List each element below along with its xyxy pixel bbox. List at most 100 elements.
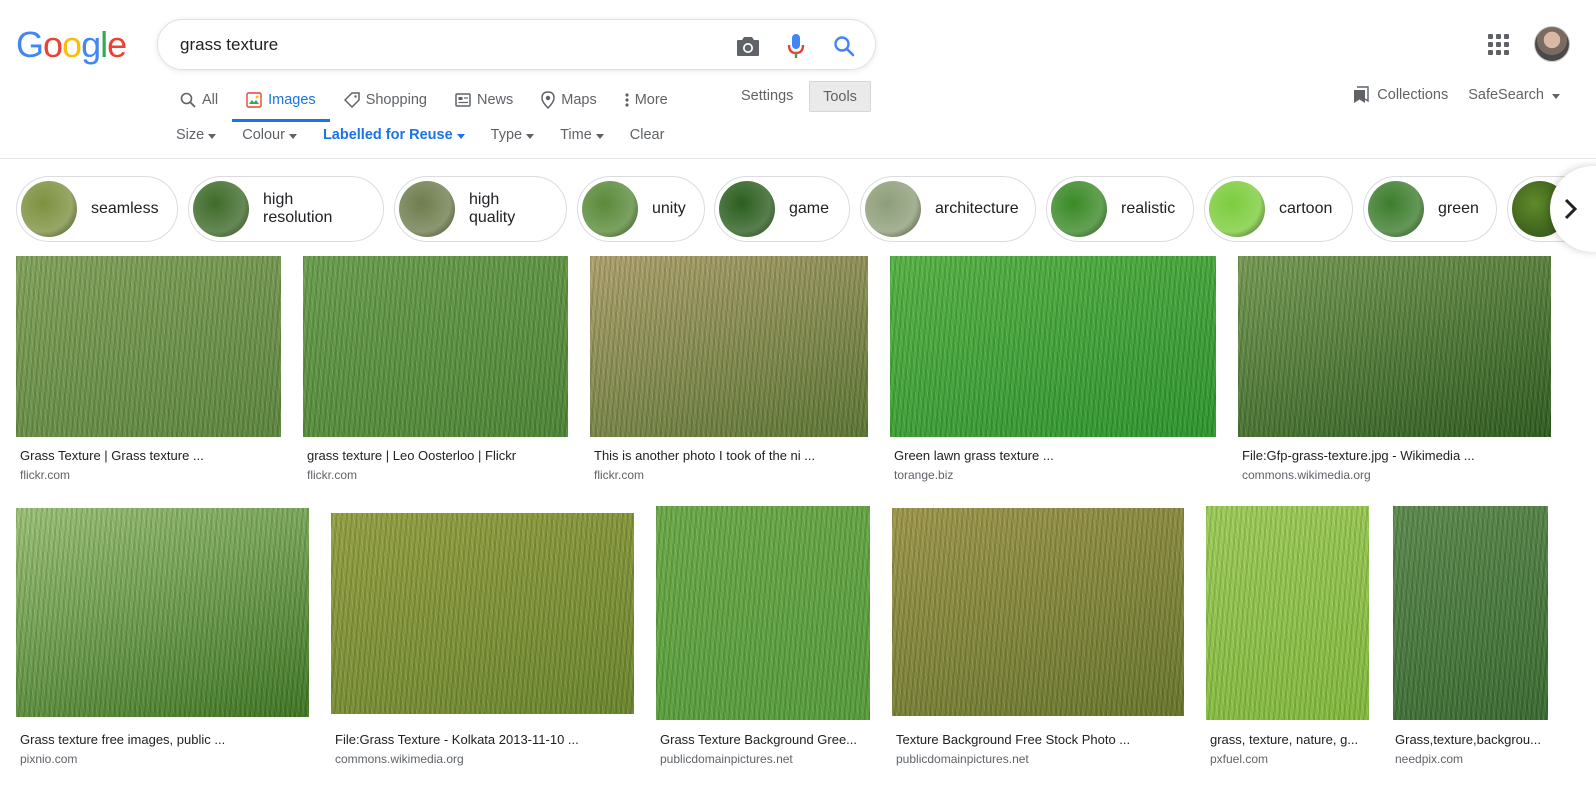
result-image[interactable] [16, 256, 281, 437]
result-site[interactable]: needpix.com [1395, 752, 1463, 766]
result-title[interactable]: Grass Texture Background Gree... [660, 732, 857, 747]
result-site[interactable]: pxfuel.com [1210, 752, 1268, 766]
avatar[interactable] [1534, 26, 1570, 62]
result-site[interactable]: flickr.com [307, 468, 357, 482]
google-logo[interactable]: Google [16, 24, 127, 65]
result-image[interactable] [16, 508, 309, 717]
result-image[interactable] [892, 508, 1184, 716]
result-title[interactable]: Green lawn grass texture ... [894, 448, 1054, 463]
result-site[interactable]: commons.wikimedia.org [335, 752, 464, 766]
search-tabs: All Images Shopping News Maps More [176, 78, 682, 122]
filter-colour[interactable]: Colour [242, 127, 297, 143]
result-image[interactable] [1206, 506, 1369, 720]
search-icon [180, 92, 196, 108]
chip-thumbnail [582, 181, 638, 237]
chip-thumbnail [1368, 181, 1424, 237]
chip-realistic[interactable]: realistic [1046, 176, 1194, 242]
camera-icon[interactable] [735, 33, 761, 59]
logo-letter: o [43, 24, 63, 65]
result-site[interactable]: flickr.com [20, 468, 70, 482]
tab-label: Images [268, 92, 316, 108]
filter-type[interactable]: Type [490, 127, 535, 143]
result-image[interactable] [590, 256, 868, 437]
tab-all[interactable]: All [176, 78, 232, 122]
filter-label: Time [560, 127, 592, 143]
chip-label: green [1438, 200, 1479, 217]
chip-label: high quality [469, 191, 516, 226]
result-image[interactable] [1393, 506, 1548, 720]
result-title[interactable]: Grass Texture | Grass texture ... [20, 448, 204, 463]
filter-size[interactable]: Size [176, 127, 217, 143]
chip-label: architecture [935, 200, 1019, 217]
result-title[interactable]: This is another photo I took of the ni .… [594, 448, 815, 463]
result-title[interactable]: File:Grass Texture - Kolkata 2013-11-10 … [335, 732, 579, 747]
chip-seamless[interactable]: seamless [16, 176, 178, 242]
search-icon[interactable] [831, 33, 857, 59]
chip-thumbnail [719, 181, 775, 237]
logo-letter: g [81, 24, 101, 65]
result-title[interactable]: File:Gfp-grass-texture.jpg - Wikimedia .… [1242, 448, 1475, 463]
map-pin-icon [541, 91, 555, 109]
newspaper-icon [455, 93, 471, 107]
chip-label: realistic [1121, 200, 1176, 217]
tab-more[interactable]: More [611, 78, 682, 122]
result-image[interactable] [890, 256, 1216, 437]
chip-label: high resolution [263, 191, 333, 226]
filter-label: Type [490, 127, 523, 143]
result-image[interactable] [303, 256, 568, 437]
tab-shopping[interactable]: Shopping [330, 78, 441, 122]
chip-high-resolution[interactable]: high resolution [188, 176, 384, 242]
chevron-down-icon [208, 133, 217, 139]
chip-green[interactable]: green [1363, 176, 1497, 242]
tag-icon [343, 92, 360, 108]
tab-label: News [476, 92, 514, 108]
result-image[interactable] [1238, 256, 1551, 437]
chip-high-quality[interactable]: high quality [394, 176, 567, 242]
image-icon [246, 92, 262, 108]
filter-labelled-for-reuse[interactable]: Labelled for Reuse [323, 127, 465, 143]
result-title[interactable]: Grass texture free images, public ... [20, 732, 225, 747]
result-site[interactable]: flickr.com [594, 468, 644, 482]
result-image[interactable] [331, 513, 634, 714]
chevron-down-icon [456, 133, 465, 139]
chip-unity[interactable]: unity [577, 176, 705, 242]
collections-link[interactable]: Collections [1353, 86, 1448, 104]
chip-game[interactable]: game [714, 176, 850, 242]
result-site[interactable]: publicdomainpictures.net [896, 752, 1029, 766]
chip-label: seamless [91, 200, 159, 217]
tab-label: Maps [561, 92, 597, 108]
result-site[interactable]: commons.wikimedia.org [1242, 468, 1371, 482]
result-image[interactable] [656, 506, 870, 720]
logo-letter: l [100, 24, 108, 65]
result-title[interactable]: Texture Background Free Stock Photo ... [896, 732, 1130, 747]
result-site[interactable]: pixnio.com [20, 752, 77, 766]
filter-time[interactable]: Time [560, 127, 604, 143]
tab-images[interactable]: Images [232, 78, 330, 122]
tab-maps[interactable]: Maps [527, 78, 610, 122]
bookmark-icon [1354, 86, 1369, 103]
result-title[interactable]: grass, texture, nature, g... [1210, 732, 1358, 747]
tab-news[interactable]: News [441, 78, 527, 122]
chip-cartoon[interactable]: cartoon [1204, 176, 1353, 242]
result-site[interactable]: publicdomainpictures.net [660, 752, 793, 766]
settings-link[interactable]: Settings [741, 88, 793, 104]
search-input[interactable] [180, 34, 720, 55]
tab-label: All [202, 92, 219, 108]
collections-label: Collections [1377, 87, 1449, 103]
divider [0, 158, 1596, 159]
result-title[interactable]: Grass,texture,backgrou... [1395, 732, 1541, 747]
apps-grid-icon[interactable] [1486, 32, 1510, 56]
chip-architecture[interactable]: architecture [860, 176, 1036, 242]
related-chips: seamless high resolution high quality unity… [16, 176, 1596, 242]
result-title[interactable]: grass texture | Leo Oosterloo | Flickr [307, 448, 516, 463]
chevron-down-icon [288, 133, 297, 139]
chip-thumbnail [21, 181, 77, 237]
result-site[interactable]: torange.biz [894, 468, 953, 482]
filter-clear[interactable]: Clear [630, 127, 665, 143]
tools-button[interactable]: Tools [809, 81, 871, 112]
microphone-icon[interactable] [783, 33, 809, 59]
chip-thumbnail [193, 181, 249, 237]
filter-label: Colour [242, 127, 285, 143]
chevron-right-icon [1564, 198, 1578, 220]
safesearch-dropdown[interactable]: SafeSearch [1468, 87, 1560, 103]
